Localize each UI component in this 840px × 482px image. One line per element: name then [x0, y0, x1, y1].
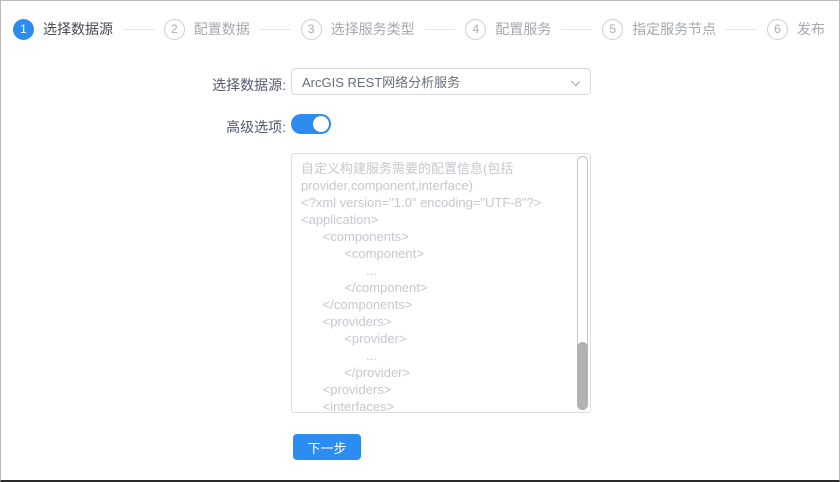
- step-connector: [123, 28, 154, 30]
- step-5-specify-service-node: 5 指定服务节点: [602, 18, 717, 40]
- step-6-publish: 6 发布: [766, 18, 825, 40]
- datasource-selected-value: ArcGIS REST网络分析服务: [302, 75, 461, 90]
- step-connector: [259, 28, 291, 30]
- step-2-label: 配置数据: [193, 21, 250, 37]
- scrollbar-track[interactable]: [577, 156, 588, 410]
- step-4-label: 配置服务: [495, 21, 552, 37]
- step-5-label: 指定服务节点: [632, 21, 717, 37]
- config-xml-textarea[interactable]: 自定义构建服务需要的配置信息(包括 provider,component,int…: [291, 153, 591, 413]
- step-3-number-badge: 3: [300, 18, 322, 40]
- step-1-label: 选择数据源: [43, 21, 113, 37]
- advanced-options-label: 高级选项:: [226, 119, 286, 135]
- datasource-label: 选择数据源:: [212, 77, 286, 93]
- step-2-configure-data: 2 配置数据: [163, 18, 250, 40]
- step-1-number-badge: 1: [13, 18, 34, 40]
- step-5-number-badge: 5: [602, 18, 624, 40]
- next-step-button[interactable]: 下一步: [293, 434, 361, 460]
- step-4-configure-service: 4 配置服务: [465, 18, 552, 40]
- advanced-options-toggle[interactable]: [291, 114, 331, 134]
- step-3-select-service-type: 3 选择服务类型: [300, 18, 415, 40]
- step-3-label: 选择服务类型: [330, 21, 415, 37]
- datasource-select[interactable]: ArcGIS REST网络分析服务: [291, 68, 591, 95]
- scrollbar-thumb[interactable]: [577, 342, 588, 410]
- step-connector: [561, 28, 593, 30]
- publish-service-wizard: 1 选择数据源 2 配置数据 3 选择服务类型 4 配置服务 5 指定服务节点 …: [0, 0, 840, 482]
- step-2-number-badge: 2: [163, 18, 185, 40]
- step-4-number-badge: 4: [465, 18, 487, 40]
- step-1-select-datasource: 1 选择数据源: [13, 18, 113, 40]
- step-connector: [726, 28, 757, 30]
- step-connector: [424, 28, 456, 30]
- steps-bar: 1 选择数据源 2 配置数据 3 选择服务类型 4 配置服务 5 指定服务节点 …: [1, 1, 839, 45]
- toggle-knob: [313, 116, 329, 132]
- chevron-down-icon: [570, 76, 581, 87]
- step-6-number-badge: 6: [766, 18, 788, 40]
- step-6-label: 发布: [796, 21, 825, 37]
- config-placeholder-text: 自定义构建服务需要的配置信息(包括 provider,component,int…: [301, 161, 542, 413]
